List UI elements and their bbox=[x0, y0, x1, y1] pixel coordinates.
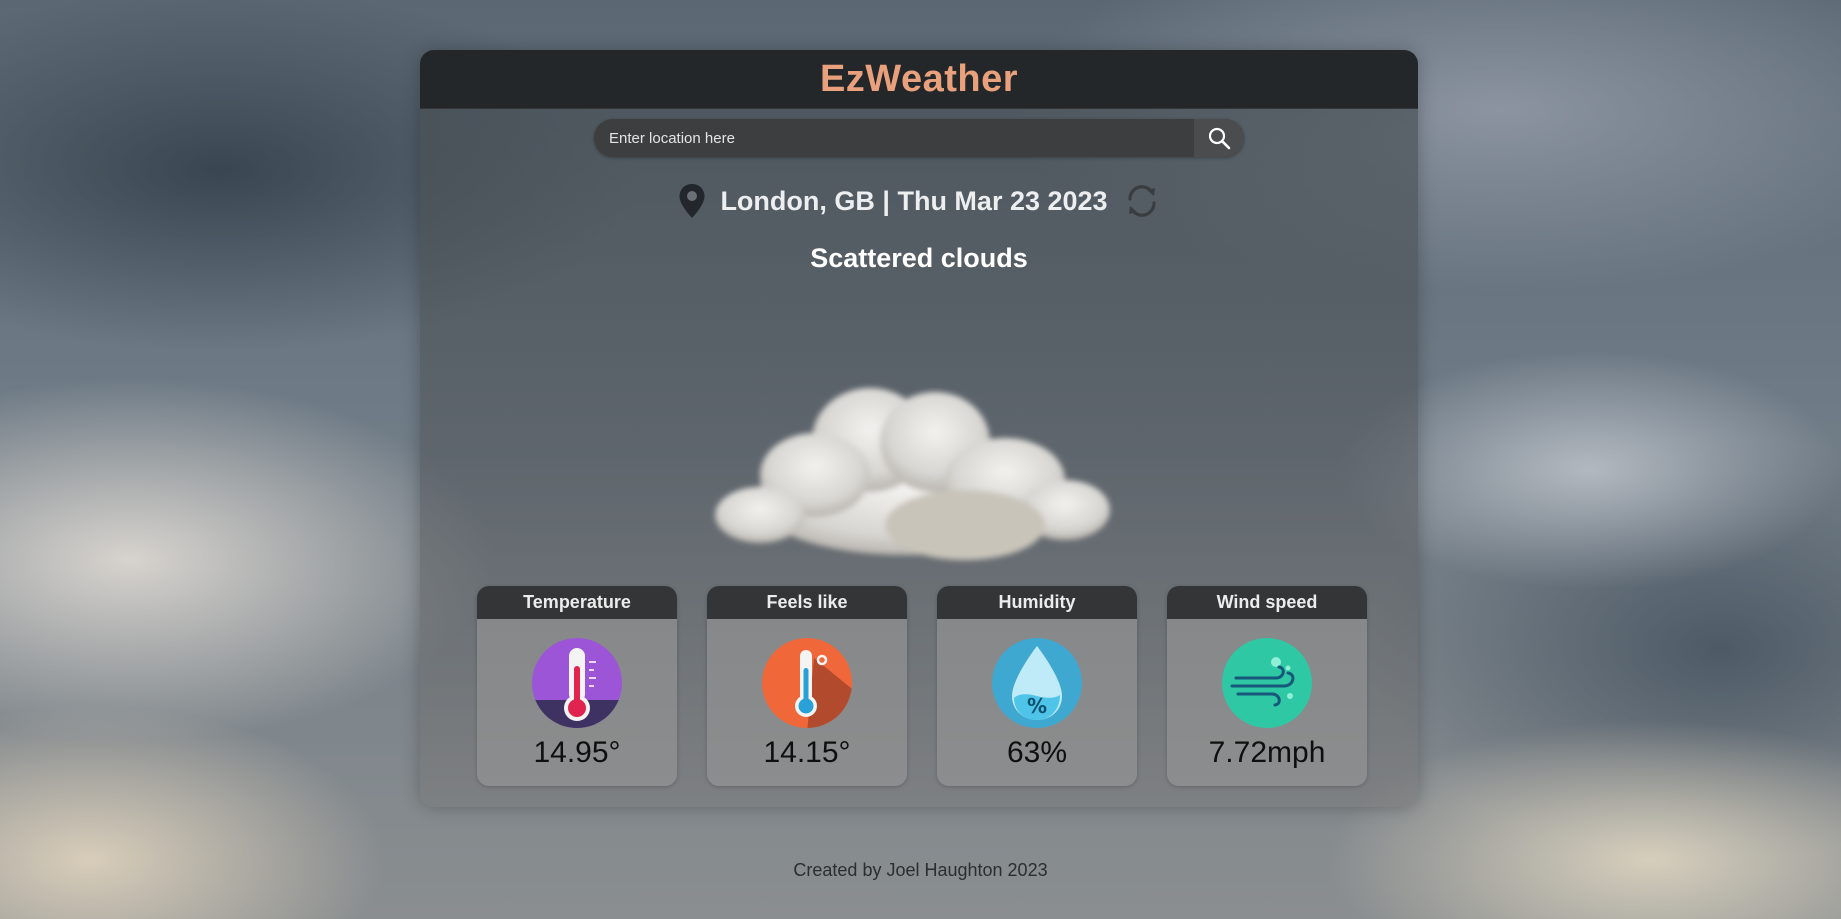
app-title: EzWeather bbox=[819, 57, 1019, 100]
weather-stats: Temperature 14.95° Feels like 14.15° Hum… bbox=[477, 586, 1367, 786]
search-input[interactable] bbox=[594, 119, 1194, 157]
feels-like-card: Feels like 14.15° bbox=[707, 586, 907, 786]
feels-like-thermometer-icon bbox=[762, 638, 852, 728]
card-title: Feels like bbox=[707, 586, 907, 619]
card-title: Humidity bbox=[937, 586, 1137, 619]
humidity-value: 63% bbox=[1006, 736, 1068, 769]
svg-text:%: % bbox=[1027, 694, 1047, 718]
feels-like-value: 14.15° bbox=[763, 736, 851, 769]
search-bar bbox=[594, 119, 1244, 157]
wind-speed-card: Wind speed 7.72mph bbox=[1167, 586, 1367, 786]
app-header: EzWeather bbox=[420, 50, 1418, 109]
temperature-card: Temperature 14.95° bbox=[477, 586, 677, 786]
refresh-icon bbox=[1127, 185, 1156, 217]
wind-icon bbox=[1222, 638, 1312, 728]
cloud-icon bbox=[715, 388, 1110, 560]
temperature-value: 14.95° bbox=[533, 736, 621, 769]
card-title: Wind speed bbox=[1167, 586, 1367, 619]
search-icon bbox=[1208, 127, 1231, 150]
card-title: Temperature bbox=[477, 586, 677, 619]
location-date-text: London, GB | Thu Mar 23 2023 bbox=[720, 185, 1108, 216]
weather-description: Scattered clouds bbox=[810, 243, 1028, 273]
weather-panel: EzWeather London, GB | Thu Mar 23 2023 S… bbox=[420, 50, 1418, 807]
thermometer-icon bbox=[532, 638, 622, 728]
wind-speed-value: 7.72mph bbox=[1208, 736, 1326, 769]
refresh-button[interactable] bbox=[1124, 183, 1160, 219]
footer-credit: Created by Joel Haughton 2023 bbox=[793, 860, 1048, 880]
humidity-drop-icon: % bbox=[992, 638, 1082, 728]
search-button[interactable] bbox=[1194, 119, 1244, 157]
humidity-card: Humidity % 63% bbox=[937, 586, 1137, 786]
location-row: London, GB | Thu Mar 23 2023 bbox=[420, 178, 1418, 224]
map-pin-icon bbox=[679, 184, 705, 218]
